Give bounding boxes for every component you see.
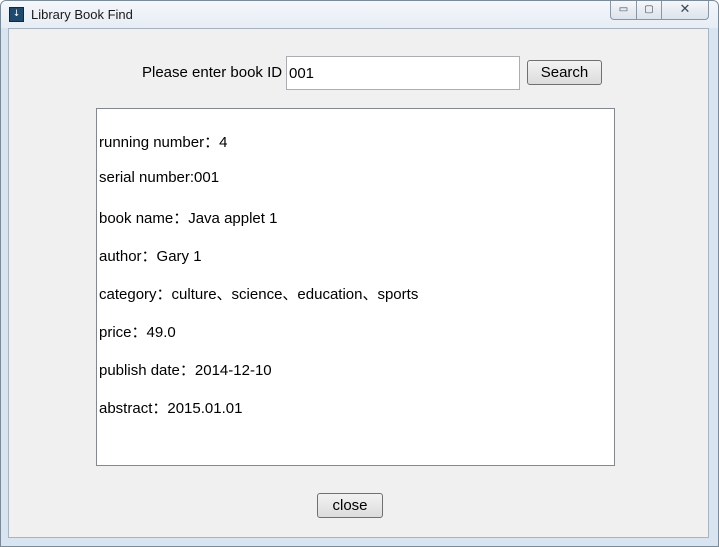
maximize-button[interactable]: ▢ (636, 1, 662, 20)
minimize-button[interactable]: ▭ (610, 1, 637, 20)
app-icon[interactable]: ↓ (9, 7, 24, 22)
running-number-line: running number：4 (99, 134, 228, 151)
abstract-line: abstract：2015.01.01 (99, 400, 243, 417)
book-id-input[interactable] (286, 56, 520, 90)
close-icon: ✕ (679, 2, 691, 17)
close-button[interactable]: close (317, 493, 383, 518)
minimize-icon: ▭ (618, 4, 629, 15)
book-details-area[interactable]: running number：4 serial number:001 book … (96, 108, 615, 466)
maximize-icon: ▢ (644, 4, 654, 15)
dialog-content: Please enter book ID Search running numb… (8, 28, 709, 538)
serial-number-line: serial number:001 (99, 169, 220, 186)
title-bar[interactable]: ↓ Library Book Find ▭ ▢ ✕ (1, 1, 718, 28)
library-book-find-window: ↓ Library Book Find ▭ ▢ ✕ Please enter b… (0, 0, 719, 547)
search-button[interactable]: Search (527, 60, 602, 85)
author-line: author：Gary 1 (99, 248, 202, 265)
window-close-button[interactable]: ✕ (661, 1, 709, 20)
price-line: price：49.0 (99, 324, 176, 341)
book-id-label: Please enter book ID (142, 64, 283, 81)
window-title: Library Book Find (31, 7, 133, 22)
publish-date-line: publish date：2014-12-10 (99, 362, 272, 379)
book-name-line: book name：Java applet 1 (99, 210, 278, 227)
category-line: category：culture、science、education、sport… (99, 286, 419, 303)
